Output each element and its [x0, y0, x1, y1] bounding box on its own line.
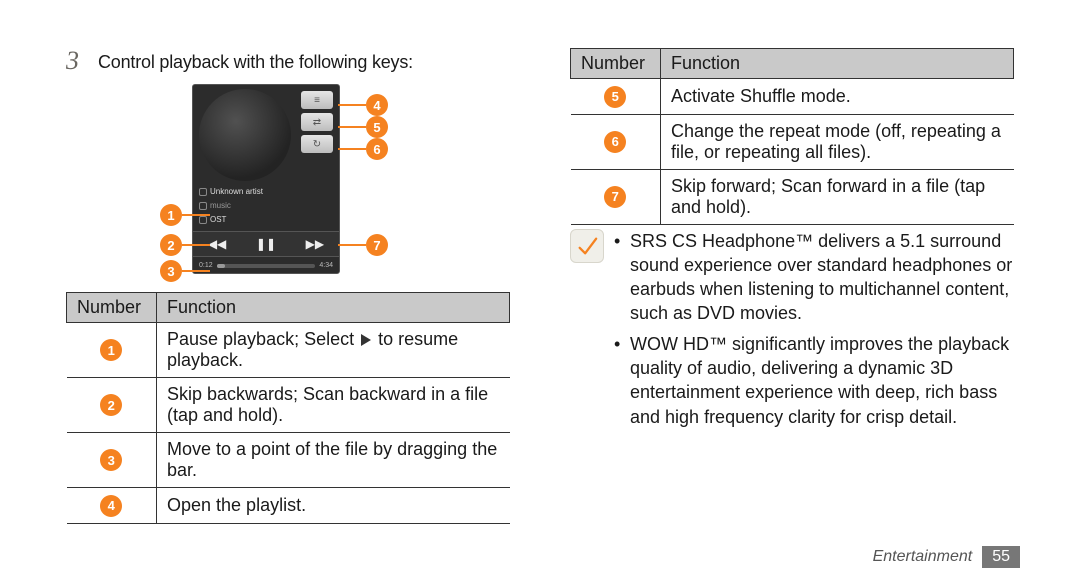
table-row: 5 Activate Shuffle mode. [571, 79, 1014, 115]
player-screenshot: ≡ ⇄ ↻ Unknown artist music OST ◀◀ ❚❚ ▶▶ … [162, 84, 472, 274]
play-icon [361, 334, 371, 346]
table-row: 7 Skip forward; Scan forward in a file (… [571, 169, 1014, 224]
row-function: Skip forward; Scan forward in a file (ta… [661, 169, 1014, 224]
prev-icon: ◀◀ [208, 237, 226, 251]
callout-6: 6 [366, 138, 388, 160]
step-number: 3 [66, 48, 86, 74]
page-number: 55 [982, 546, 1020, 568]
meta-artist: Unknown artist [199, 187, 263, 196]
progress-bar: 0:12 4:34 [199, 262, 333, 269]
left-function-table: Number Function 1 Pause playback; Select… [66, 292, 510, 524]
right-column: Number Function 5 Activate Shuffle mode.… [570, 48, 1014, 524]
table-row: 1 Pause playback; Select to resume playb… [67, 323, 510, 378]
table-row: 3 Move to a point of the file by draggin… [67, 433, 510, 488]
table-row: 6 Change the repeat mode (off, repeating… [571, 114, 1014, 169]
callout-1: 1 [160, 204, 182, 226]
next-icon: ▶▶ [306, 237, 324, 251]
callout-4: 4 [366, 94, 388, 116]
row-function: Open the playlist. [157, 488, 510, 524]
col-header-number: Number [571, 49, 661, 79]
col-header-number: Number [67, 293, 157, 323]
row-function: Activate Shuffle mode. [661, 79, 1014, 115]
callout-3: 3 [160, 260, 182, 282]
col-header-function: Function [157, 293, 510, 323]
row-badge: 5 [604, 86, 626, 108]
shuffle-icon: ⇄ [301, 113, 333, 131]
row-function: Skip backwards; Scan backward in a file … [157, 378, 510, 433]
playlist-icon: ≡ [301, 91, 333, 109]
callout-2: 2 [160, 234, 182, 256]
row-badge: 4 [100, 495, 122, 517]
row-badge: 7 [604, 186, 626, 208]
row-badge: 2 [100, 394, 122, 416]
note-icon [570, 229, 604, 263]
row-badge: 6 [604, 131, 626, 153]
table-row: 4 Open the playlist. [67, 488, 510, 524]
col-header-function: Function [661, 49, 1014, 79]
repeat-icon: ↻ [301, 135, 333, 153]
time-total: 4:34 [319, 262, 333, 269]
note-item: SRS CS Headphone™ delivers a 5.1 surroun… [614, 229, 1014, 326]
page-footer: Entertainment 55 [873, 546, 1020, 568]
row-badge: 1 [100, 339, 122, 361]
row-badge: 3 [100, 449, 122, 471]
row-function: Pause playback; Select to resume playbac… [157, 323, 510, 378]
callout-5: 5 [366, 116, 388, 138]
row-function: Move to a point of the file by dragging … [157, 433, 510, 488]
album-art-icon [199, 89, 291, 181]
note-item: WOW HD™ significantly improves the playb… [614, 332, 1014, 429]
pause-icon: ❚❚ [256, 237, 276, 251]
step-text: Control playback with the following keys… [98, 48, 413, 73]
callout-7: 7 [366, 234, 388, 256]
left-column: 3 Control playback with the following ke… [66, 48, 510, 524]
section-name: Entertainment [873, 548, 973, 566]
step-line: 3 Control playback with the following ke… [66, 48, 510, 74]
note-block: SRS CS Headphone™ delivers a 5.1 surroun… [570, 229, 1014, 435]
right-function-table: Number Function 5 Activate Shuffle mode.… [570, 48, 1014, 225]
table-row: 2 Skip backwards; Scan backward in a fil… [67, 378, 510, 433]
row-function: Change the repeat mode (off, repeating a… [661, 114, 1014, 169]
